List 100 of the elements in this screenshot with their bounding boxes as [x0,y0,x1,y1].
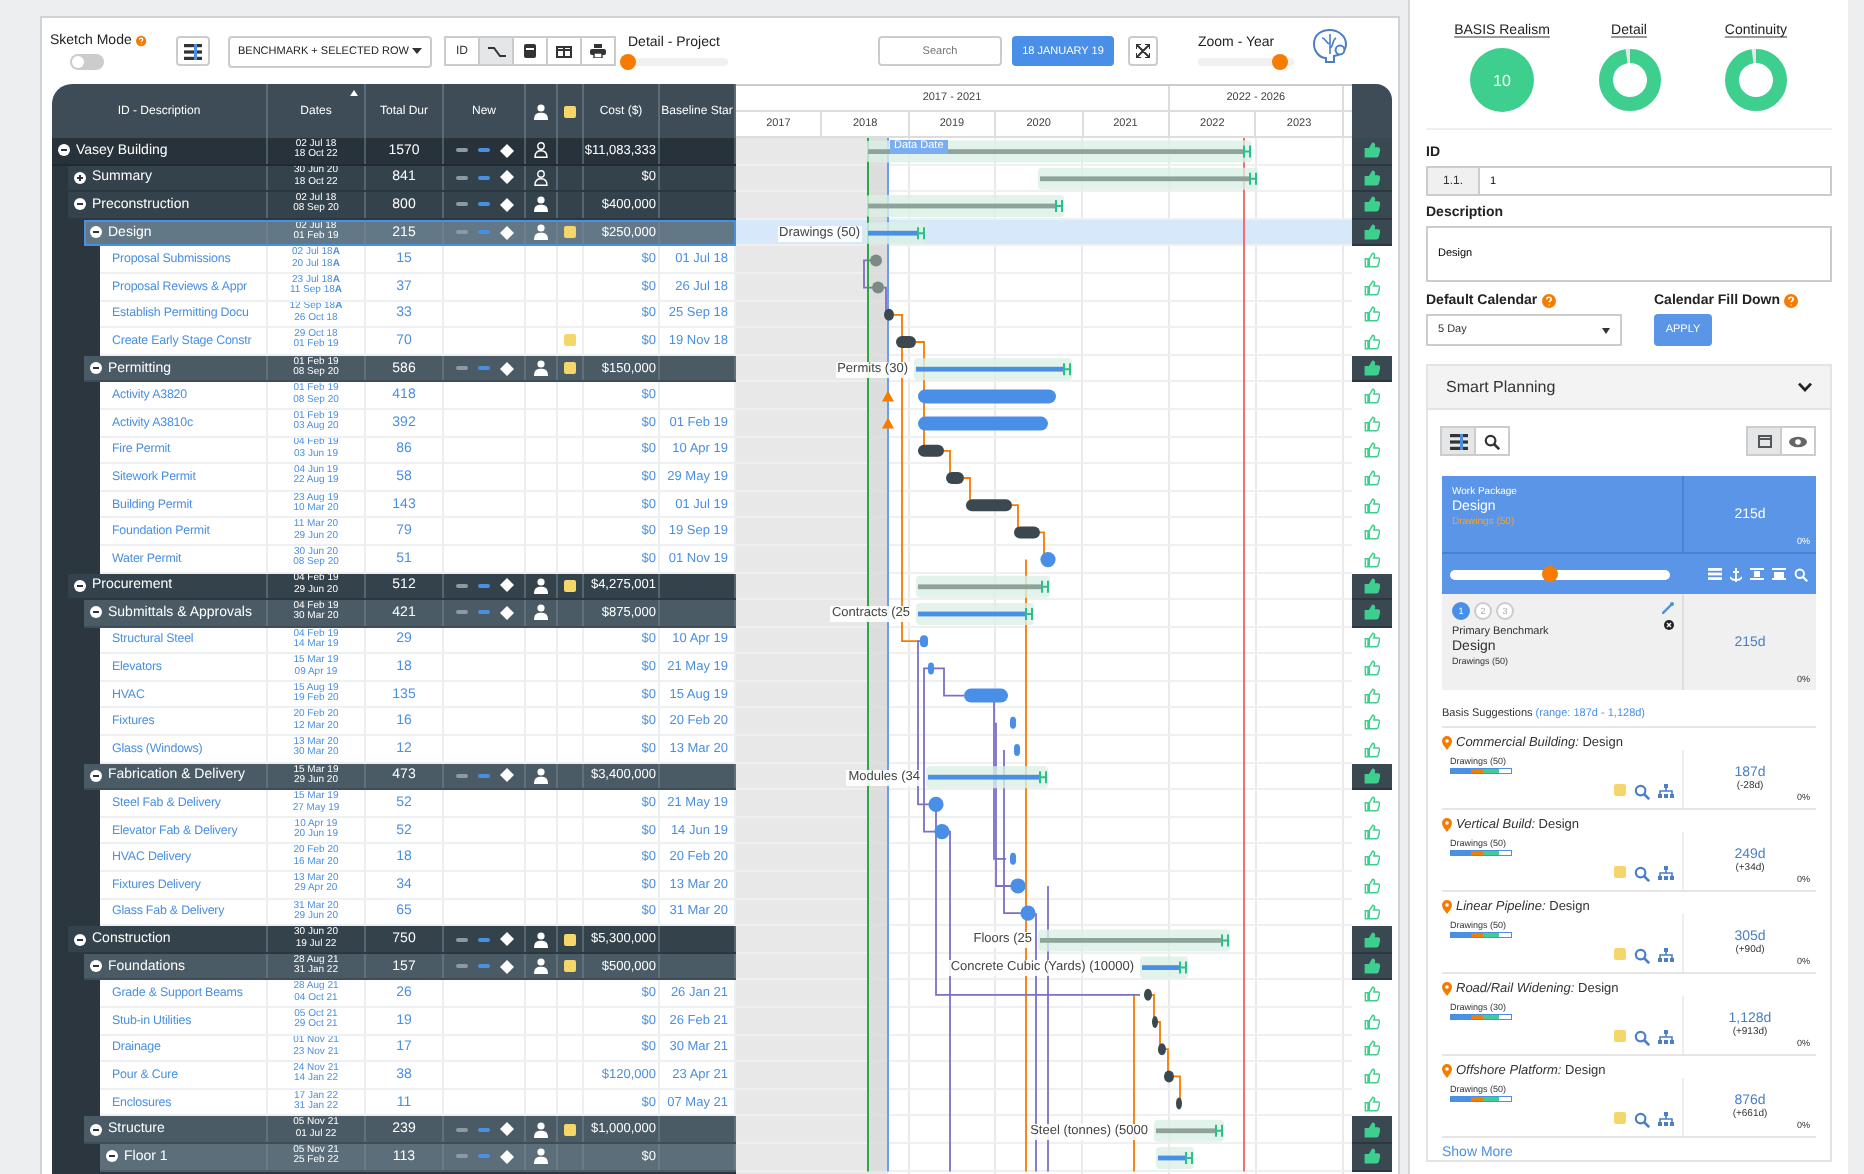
thumbs-up-icon[interactable] [1364,252,1380,269]
collapse-icon[interactable] [90,606,102,619]
task-bar[interactable] [946,472,964,484]
note-icon[interactable] [564,362,576,375]
summary-bar[interactable] [1140,956,1188,979]
milestone-dot[interactable] [1010,878,1026,894]
thumbs-up-icon[interactable] [1364,823,1380,840]
magic-wand-icon[interactable] [1662,602,1674,614]
thumbs-up-icon[interactable] [1364,767,1380,784]
task-bar[interactable] [918,444,944,457]
thumbs-up-icon[interactable] [1364,958,1380,975]
summary-bar[interactable] [1156,1147,1194,1169]
thumbs-up-icon[interactable] [1364,551,1380,568]
summary-bar[interactable] [1154,1119,1224,1142]
card-button[interactable] [512,36,548,66]
milestone-dot[interactable] [928,796,944,812]
collapse-icon[interactable] [90,960,102,973]
thumbs-up-icon[interactable] [1364,169,1380,186]
help-icon[interactable] [135,33,146,47]
search-button[interactable] [1474,426,1510,456]
slider-thumb[interactable] [620,54,636,70]
task-bar[interactable] [1176,1097,1182,1110]
thumbs-up-icon[interactable] [1364,796,1380,813]
close-icon[interactable] [1663,620,1673,630]
calendar-button[interactable] [1746,426,1782,456]
task-bar[interactable] [896,336,916,348]
thumbs-up-icon[interactable] [1364,196,1380,213]
thumbs-up-icon[interactable] [1364,1013,1380,1030]
thumbs-up-icon[interactable] [1364,741,1380,758]
thumbs-up-icon[interactable] [1364,224,1380,241]
summary-bar[interactable] [914,358,1072,381]
summary-bar[interactable] [916,603,1034,625]
task-bar[interactable] [1014,526,1040,539]
thumbs-up-icon[interactable] [1364,415,1380,432]
collapse-icon[interactable] [58,144,70,157]
thumbs-up-icon[interactable] [1364,388,1380,405]
note-icon[interactable] [564,579,576,592]
thumbs-up-icon[interactable] [1364,469,1380,486]
columns-button[interactable] [546,36,582,66]
sketch-mode-toggle[interactable] [70,53,104,69]
chevron-icon[interactable] [1798,382,1812,392]
thumbs-up-icon[interactable] [1364,1148,1380,1165]
thumbs-up-icon[interactable] [1364,850,1380,867]
collapse-icon[interactable] [90,226,102,239]
thumbs-up-icon[interactable] [1364,632,1380,649]
thumbs-up-icon[interactable] [1364,497,1380,514]
expand-button[interactable] [1128,36,1158,66]
note-icon[interactable] [564,1123,576,1136]
task-bar[interactable] [1158,1043,1166,1056]
collapse-icon[interactable] [74,198,86,211]
thumbs-up-icon[interactable] [1364,877,1380,894]
task-bar[interactable] [1164,1070,1174,1083]
brain-gear-icon[interactable] [1310,26,1350,66]
note-icon[interactable] [564,933,576,946]
thumbs-up-icon[interactable] [1364,904,1380,921]
thumbs-up-icon[interactable] [1364,714,1380,731]
thumbs-up-icon[interactable] [1364,604,1380,621]
thumbs-up-icon[interactable] [1364,279,1380,296]
slider-thumb[interactable] [1271,54,1288,70]
summary-bar[interactable] [866,222,926,245]
task-bar[interactable] [1144,988,1152,1001]
list-button[interactable] [176,36,210,66]
expand-icon[interactable] [74,171,86,184]
thumbs-up-icon[interactable] [1364,142,1380,159]
collapse-icon[interactable] [90,362,102,375]
milestone-dot[interactable] [1020,905,1036,921]
task-bar[interactable] [884,308,894,321]
thumbs-up-icon[interactable] [1364,660,1380,677]
eye-button[interactable] [1780,426,1816,456]
thumbs-up-icon[interactable] [1364,360,1380,377]
thumbs-up-icon[interactable] [1364,931,1380,948]
slider-thumb[interactable] [1541,566,1557,582]
collapse-icon[interactable] [106,1150,118,1163]
task-bar[interactable] [966,499,1012,512]
thumbs-up-icon[interactable] [1364,1067,1380,1084]
thumbs-up-icon[interactable] [1364,1121,1380,1138]
thumbs-up-icon[interactable] [1364,577,1380,594]
summary-bar[interactable] [926,766,1048,789]
thumbs-up-icon[interactable] [1364,333,1380,350]
thumbs-up-icon[interactable] [1364,1040,1380,1057]
duration-slider[interactable] [1450,569,1670,579]
collapse-icon[interactable] [74,933,86,946]
thumbs-up-icon[interactable] [1364,986,1380,1003]
note-icon[interactable] [564,226,576,239]
summary-bar[interactable] [1038,167,1258,190]
print-button[interactable] [580,36,616,66]
summary-bar[interactable] [866,140,1252,163]
sort-icon[interactable] [350,90,358,96]
milestone-dot[interactable] [934,824,950,840]
link-button[interactable] [478,36,514,66]
help-icon[interactable] [1784,294,1799,308]
task-bar[interactable] [1152,1016,1158,1028]
list-button[interactable] [1440,426,1476,456]
summary-bar[interactable] [866,195,1064,217]
collapse-icon[interactable] [74,579,86,592]
summary-bar[interactable] [916,575,1050,598]
collapse-icon[interactable] [90,769,102,782]
thumbs-up-icon[interactable] [1364,442,1380,459]
help-icon[interactable] [1541,294,1556,308]
note-icon[interactable] [564,960,576,973]
